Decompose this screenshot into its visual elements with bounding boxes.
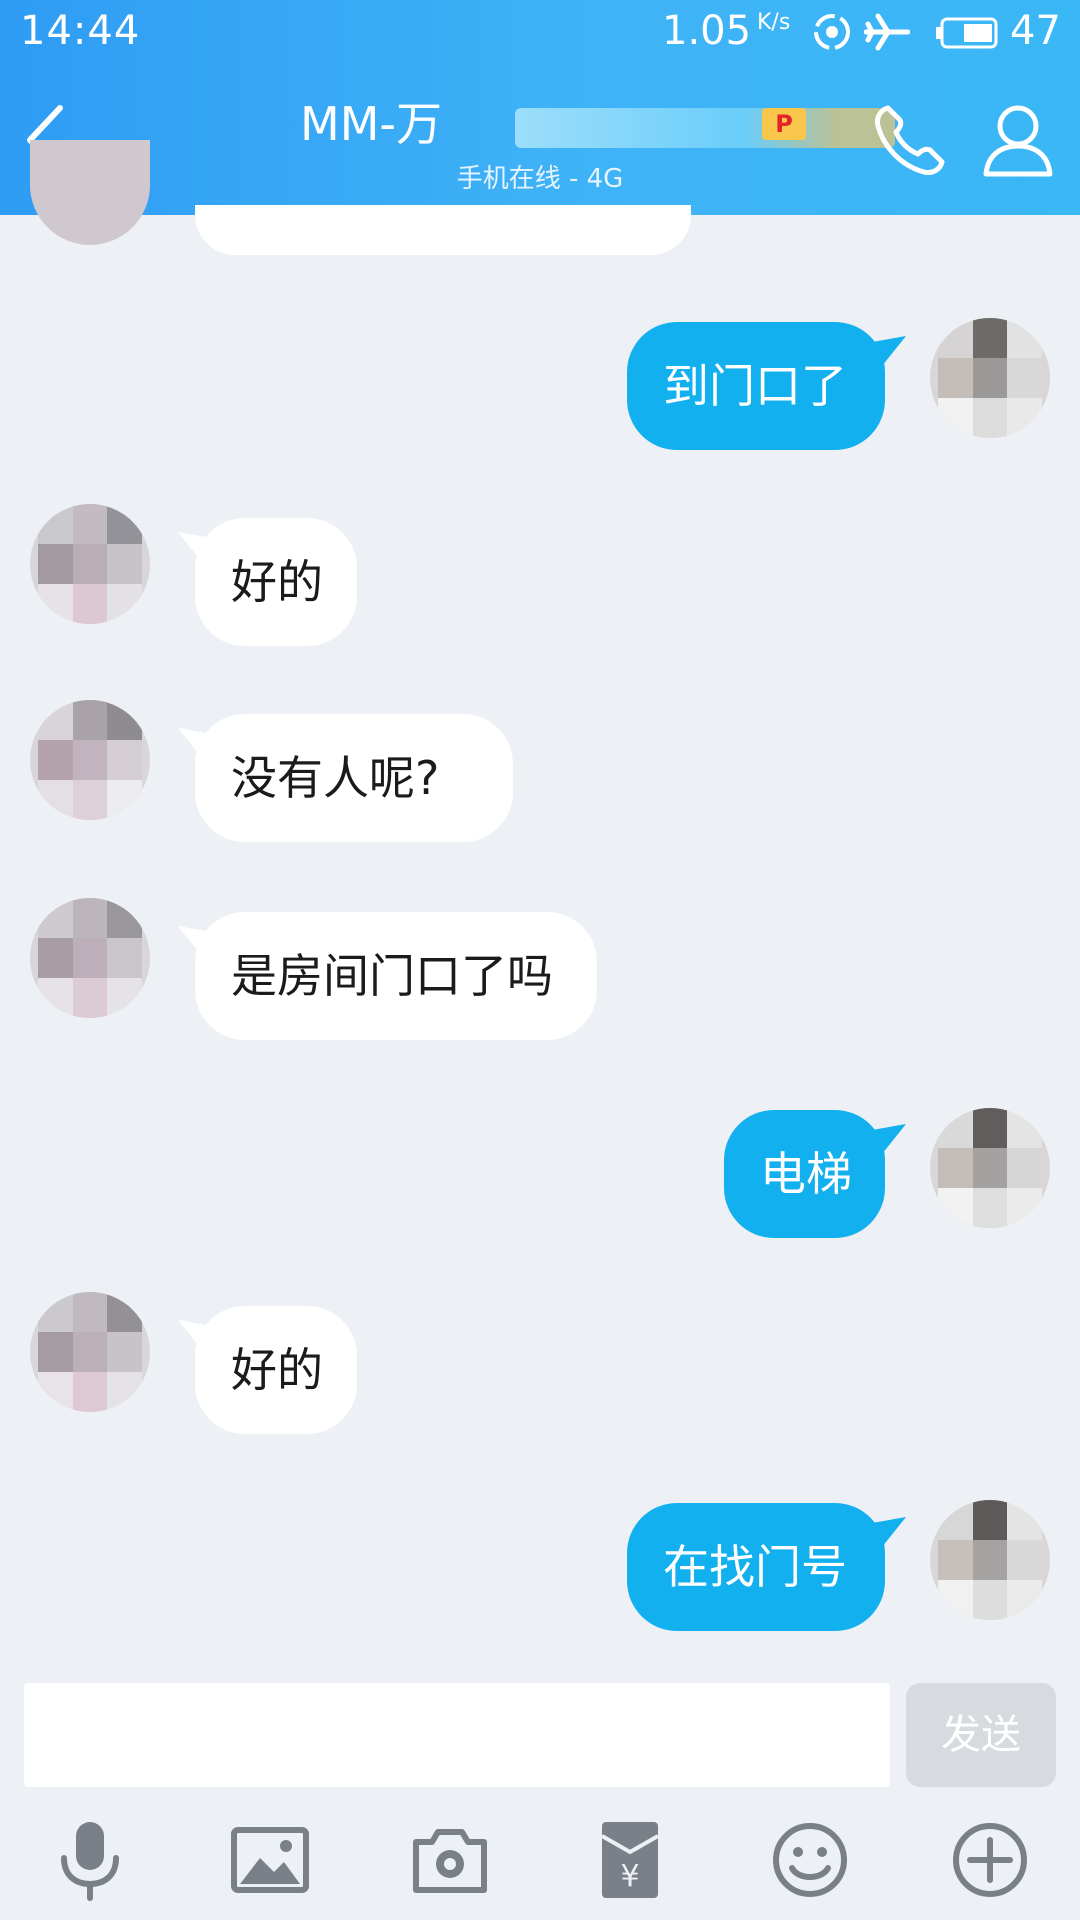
blurred-name-region xyxy=(515,108,895,148)
vip-badge: P xyxy=(762,108,806,140)
message-text: 电梯 xyxy=(760,1147,852,1201)
message-text: 是房间门口了吗 xyxy=(231,949,553,1003)
partial-message xyxy=(195,205,691,255)
message-bubble-outgoing[interactable]: 电梯 xyxy=(724,1110,885,1238)
avatar-mosaic xyxy=(38,700,142,820)
battery-icon xyxy=(936,17,998,49)
status-time: 14:44 xyxy=(20,8,141,54)
bubble-tail xyxy=(872,336,906,366)
avatar[interactable] xyxy=(30,1292,150,1412)
message-bubble-outgoing[interactable]: 在找门号 xyxy=(627,1503,885,1631)
avatar-mosaic xyxy=(938,1108,1042,1228)
svg-text:¥: ¥ xyxy=(620,1859,639,1894)
avatar[interactable] xyxy=(30,504,150,624)
phone-icon[interactable] xyxy=(870,100,950,180)
wifi-hotspot-icon xyxy=(814,14,850,50)
network-speed-unit: K/s xyxy=(757,10,791,35)
plus-icon[interactable] xyxy=(948,1818,1032,1902)
message-input[interactable] xyxy=(24,1683,890,1787)
bubble-tail xyxy=(872,1124,906,1154)
message-bubble-incoming[interactable]: 没有人呢? xyxy=(195,714,513,842)
avatar[interactable] xyxy=(930,1108,1050,1228)
red-packet-icon[interactable]: ¥ xyxy=(588,1818,672,1902)
mic-icon[interactable] xyxy=(48,1818,132,1902)
network-speed: 1.05 xyxy=(662,8,752,54)
avatar-mosaic xyxy=(38,1292,142,1412)
image-icon[interactable] xyxy=(228,1818,312,1902)
message-text: 没有人呢? xyxy=(231,751,440,805)
avatar[interactable] xyxy=(30,700,150,820)
message-bubble-outgoing[interactable]: 到门口了 xyxy=(627,322,885,450)
avatar[interactable] xyxy=(30,140,150,245)
airplane-mode-icon xyxy=(864,13,910,51)
avatar-mosaic xyxy=(38,504,142,624)
contact-name: MM-万 xyxy=(300,97,442,151)
message-bubble-incoming[interactable]: 好的 xyxy=(195,1306,357,1434)
message-text: 到门口了 xyxy=(663,359,847,413)
avatar-mosaic xyxy=(938,1500,1042,1620)
message-text: 好的 xyxy=(231,555,323,609)
message-bubble-incoming[interactable]: 好的 xyxy=(195,518,357,646)
battery-level: 47 xyxy=(1010,8,1061,54)
status-bar: 14:44 1.05 K/s 47 xyxy=(0,0,1080,66)
camera-icon[interactable] xyxy=(408,1818,492,1902)
user-icon[interactable] xyxy=(978,100,1058,180)
avatar-mosaic xyxy=(38,898,142,1018)
chat-header: 14:44 1.05 K/s 47 MM-万 P 手机在线 - 4G xyxy=(0,0,1080,215)
avatar-mosaic xyxy=(938,318,1042,438)
emoji-icon[interactable] xyxy=(768,1818,852,1902)
message-text: 好的 xyxy=(231,1343,323,1397)
send-button[interactable]: 发送 xyxy=(906,1683,1056,1787)
bubble-tail xyxy=(872,1517,906,1547)
message-text: 在找门号 xyxy=(663,1540,847,1594)
avatar[interactable] xyxy=(930,1500,1050,1620)
avatar[interactable] xyxy=(930,318,1050,438)
avatar[interactable] xyxy=(30,898,150,1018)
message-bubble-incoming[interactable]: 是房间门口了吗 xyxy=(195,912,597,1040)
